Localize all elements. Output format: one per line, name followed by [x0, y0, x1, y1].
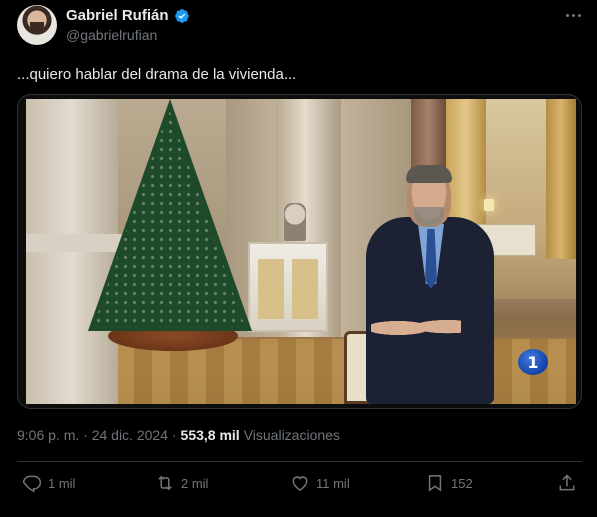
tv-screen-photo: 1: [26, 99, 576, 404]
avatar[interactable]: [17, 5, 57, 45]
tweet-timestamp[interactable]: 9:06 p. m. · 24 dic. 2024 ·: [17, 427, 177, 443]
bookmark-button[interactable]: 152: [425, 473, 473, 493]
like-count: 11 mil: [316, 475, 350, 491]
share-button[interactable]: [557, 473, 577, 493]
author-display-name[interactable]: Gabriel Rufián: [66, 7, 169, 24]
author-handle[interactable]: @gabrielrufian: [66, 27, 157, 43]
reply-button[interactable]: 1 mil: [22, 473, 75, 493]
divider: [17, 461, 582, 462]
views-label: Visualizaciones: [243, 427, 340, 443]
heart-icon: [292, 476, 308, 491]
tweet-meta: 9:06 p. m. · 24 dic. 2024 · 553,8 mil Vi…: [17, 427, 340, 443]
like-button[interactable]: 11 mil: [290, 473, 350, 493]
reply-icon: [22, 475, 42, 493]
repost-button[interactable]: 2 mil: [155, 473, 208, 493]
tweet-text: ...quiero hablar del drama de la viviend…: [17, 66, 297, 83]
reply-count: 1 mil: [48, 475, 76, 491]
tweet: Gabriel Rufián @gabrielrufian ...quiero …: [0, 0, 597, 517]
tweet-media-photo[interactable]: 1: [17, 94, 582, 409]
verified-badge-icon: [174, 8, 189, 23]
bookmark-count: 152: [451, 475, 473, 491]
bookmark-icon: [428, 475, 442, 492]
repost-icon: [158, 475, 172, 491]
repost-count: 2 mil: [181, 475, 209, 491]
channel-logo: 1: [518, 349, 548, 375]
views-count: 553,8 mil: [180, 427, 240, 443]
share-icon: [559, 474, 575, 491]
action-bar: 1 mil 2 mil 11 mil 152: [22, 473, 582, 497]
more-options-icon[interactable]: [563, 8, 583, 22]
author-name-row: Gabriel Rufián: [66, 7, 190, 24]
